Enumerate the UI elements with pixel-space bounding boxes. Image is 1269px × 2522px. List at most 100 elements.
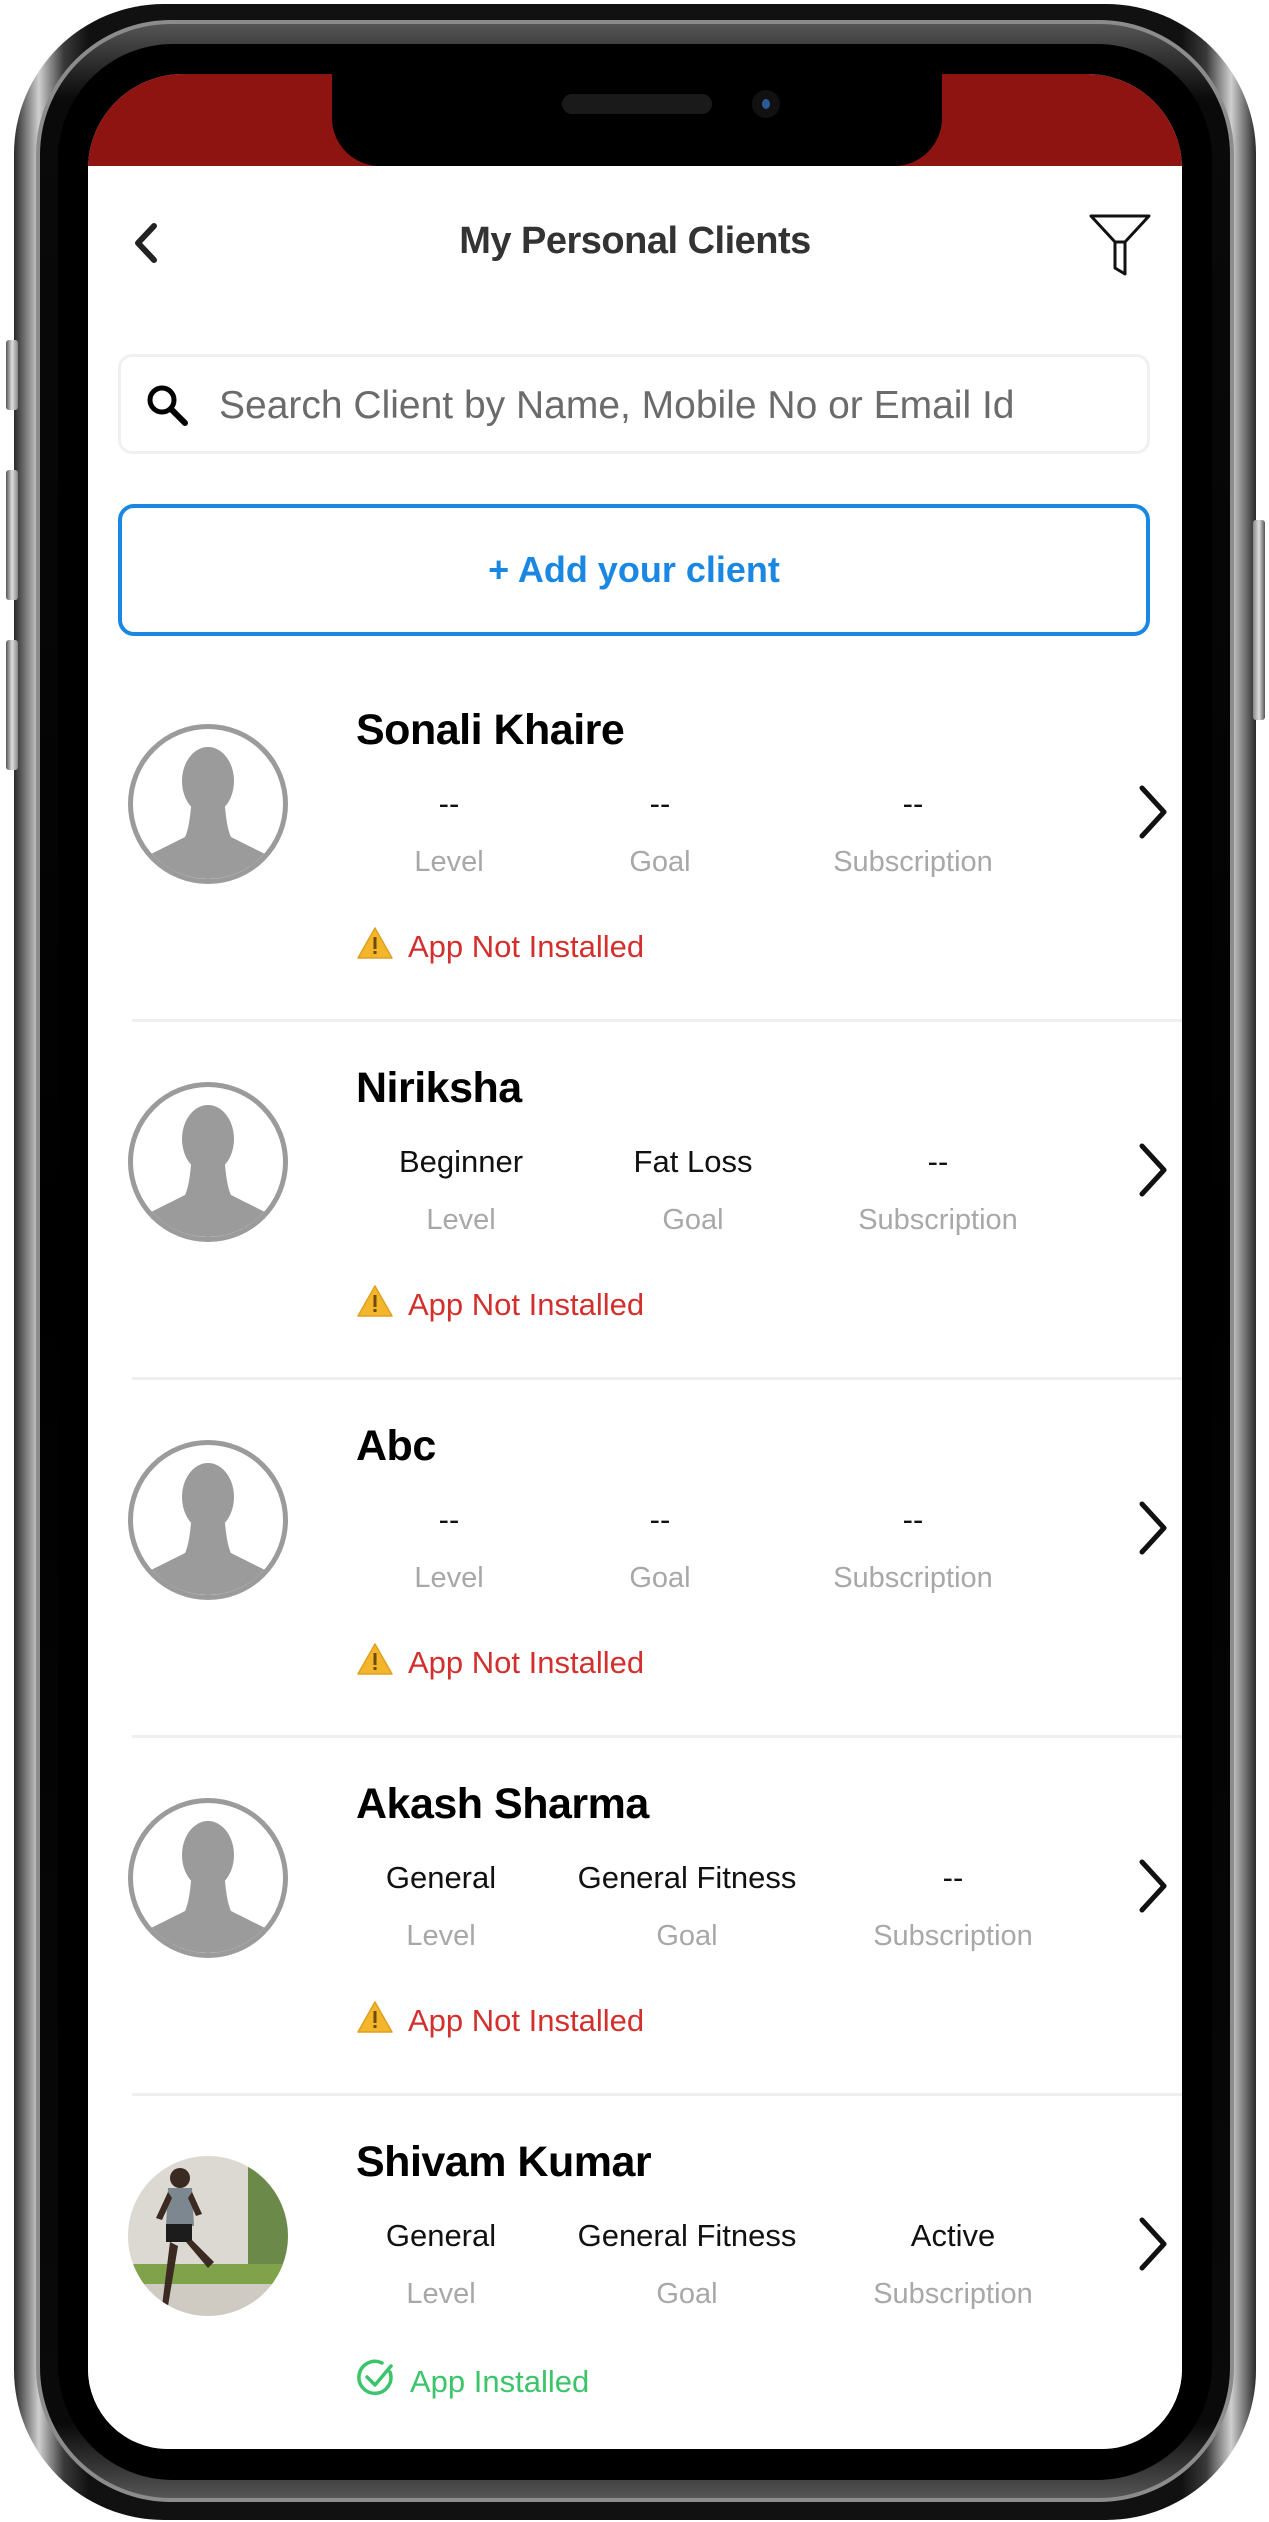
chevron-right-icon[interactable] <box>1132 1140 1172 1200</box>
phone-volume-up-button <box>6 470 18 600</box>
client-photo <box>128 2156 288 2316</box>
client-stats: -- Level -- Goal -- Subscription <box>356 1500 1116 1630</box>
chevron-right-icon[interactable] <box>1132 2214 1172 2274</box>
goal-label: Goal <box>629 846 691 878</box>
client-name: Akash Sharma <box>356 1780 649 1828</box>
client-name: Shivam Kumar <box>356 2138 652 2186</box>
stat-goal: -- Goal <box>629 784 690 879</box>
phone-mute-switch <box>6 340 18 410</box>
phone-volume-down-button <box>6 640 18 770</box>
add-client-button[interactable]: + Add your client <box>118 504 1150 636</box>
app-status: App Not Installed <box>356 1642 644 1684</box>
speaker-grille <box>562 94 712 114</box>
stat-subscription: Active Subscription <box>873 2216 1033 2311</box>
client-row-4[interactable]: Akash Sharma General Level General Fitne… <box>128 1738 1182 2096</box>
stat-subscription: -- Subscription <box>858 1142 1018 1237</box>
level-label: Level <box>406 1920 476 1952</box>
app-status-text: App Not Installed <box>408 929 645 964</box>
goal-label: Goal <box>629 1562 691 1594</box>
chevron-right-icon[interactable] <box>1132 782 1172 842</box>
stat-level: Beginner Level <box>399 1142 523 1237</box>
level-label: Level <box>414 1562 484 1594</box>
avatar <box>128 1798 288 1958</box>
goal-value: -- <box>649 786 671 821</box>
client-stats: General Level General Fitness Goal Activ… <box>356 2216 1116 2346</box>
stat-goal: -- Goal <box>629 1500 690 1595</box>
filter-button[interactable] <box>1085 210 1155 280</box>
search-icon <box>147 385 188 426</box>
app-status: App Not Installed <box>356 1284 644 1326</box>
warning-icon <box>356 1284 408 1326</box>
warning-icon <box>356 1642 408 1684</box>
client-row-2[interactable]: Niriksha Beginner Level Fat Loss Goal --… <box>128 1022 1182 1380</box>
app-status: App Not Installed <box>356 926 644 968</box>
subscription-value: -- <box>942 1860 964 1895</box>
avatar <box>128 2156 288 2316</box>
level-value: -- <box>438 786 460 821</box>
subscription-label: Subscription <box>858 1204 1018 1236</box>
stat-goal: General Fitness Goal <box>578 2216 797 2311</box>
stat-subscription: -- Subscription <box>873 1858 1033 1953</box>
client-stats: General Level General Fitness Goal -- Su… <box>356 1858 1116 1988</box>
app-status-text: App Not Installed <box>408 1645 645 1680</box>
level-value: General <box>385 2218 497 2253</box>
stat-subscription: -- Subscription <box>833 1500 993 1595</box>
stat-level: General Level <box>386 1858 496 1953</box>
app-header: My Personal Clients <box>88 166 1182 306</box>
search-bar <box>118 354 1150 454</box>
client-name: Niriksha <box>356 1064 522 1112</box>
client-stats: Beginner Level Fat Loss Goal -- Subscrip… <box>356 1142 1116 1272</box>
level-value: General <box>385 1860 497 1895</box>
stat-goal: General Fitness Goal <box>578 1858 797 1953</box>
avatar <box>128 1082 288 1242</box>
subscription-label: Subscription <box>873 2278 1033 2310</box>
goal-value: General Fitness <box>577 2218 797 2253</box>
front-camera <box>752 90 780 118</box>
goal-value: General Fitness <box>577 1860 797 1895</box>
stat-level: General Level <box>386 2216 496 2311</box>
app-screen: My Personal Clients + Add your client So… <box>88 74 1182 2449</box>
check-circle-icon <box>356 2358 410 2406</box>
phone-power-button <box>1253 520 1265 720</box>
app-status: App Not Installed <box>356 2000 644 2042</box>
stat-subscription: -- Subscription <box>833 784 993 879</box>
chevron-right-icon[interactable] <box>1132 1498 1172 1558</box>
client-row-5[interactable]: Shivam Kumar General Level General Fitne… <box>128 2096 1182 2449</box>
app-status: App Installed <box>356 2358 589 2406</box>
subscription-label: Subscription <box>873 1920 1033 1952</box>
client-stats: -- Level -- Goal -- Subscription <box>356 784 1116 914</box>
client-name: Sonali Khaire <box>356 706 625 754</box>
goal-label: Goal <box>662 1204 724 1236</box>
filter-icon <box>1089 214 1151 276</box>
avatar <box>128 724 288 884</box>
stat-level: -- Level <box>414 1500 483 1595</box>
subscription-label: Subscription <box>833 1562 993 1594</box>
client-name: Abc <box>356 1422 436 1470</box>
warning-icon <box>356 2000 408 2042</box>
subscription-value: -- <box>902 1502 924 1537</box>
level-label: Level <box>414 846 484 878</box>
level-value: -- <box>438 1502 460 1537</box>
avatar <box>128 1440 288 1600</box>
user-placeholder-icon <box>145 1105 271 1237</box>
subscription-label: Subscription <box>833 846 993 878</box>
chevron-right-icon[interactable] <box>1132 1856 1172 1916</box>
subscription-value: -- <box>902 786 924 821</box>
search-input[interactable] <box>217 373 1121 439</box>
goal-label: Goal <box>656 1920 718 1952</box>
phone-notch <box>332 74 942 166</box>
app-status-text: App Not Installed <box>408 2003 645 2038</box>
level-value: Beginner <box>398 1144 524 1179</box>
client-row-1[interactable]: Sonali Khaire -- Level -- Goal -- Subscr… <box>128 664 1182 1022</box>
user-placeholder-icon <box>145 747 271 879</box>
client-row-3[interactable]: Abc -- Level -- Goal -- Subscription App… <box>128 1380 1182 1738</box>
subscription-value: Active <box>910 2218 996 2253</box>
level-label: Level <box>406 2278 476 2310</box>
add-client-label: + Add your client <box>488 549 780 590</box>
page-content: My Personal Clients + Add your client So… <box>88 166 1182 2449</box>
goal-value: Fat Loss <box>633 1144 753 1179</box>
page-title: My Personal Clients <box>459 220 811 262</box>
goal-value: -- <box>649 1502 671 1537</box>
subscription-value: -- <box>927 1144 949 1179</box>
user-placeholder-icon <box>145 1821 271 1953</box>
